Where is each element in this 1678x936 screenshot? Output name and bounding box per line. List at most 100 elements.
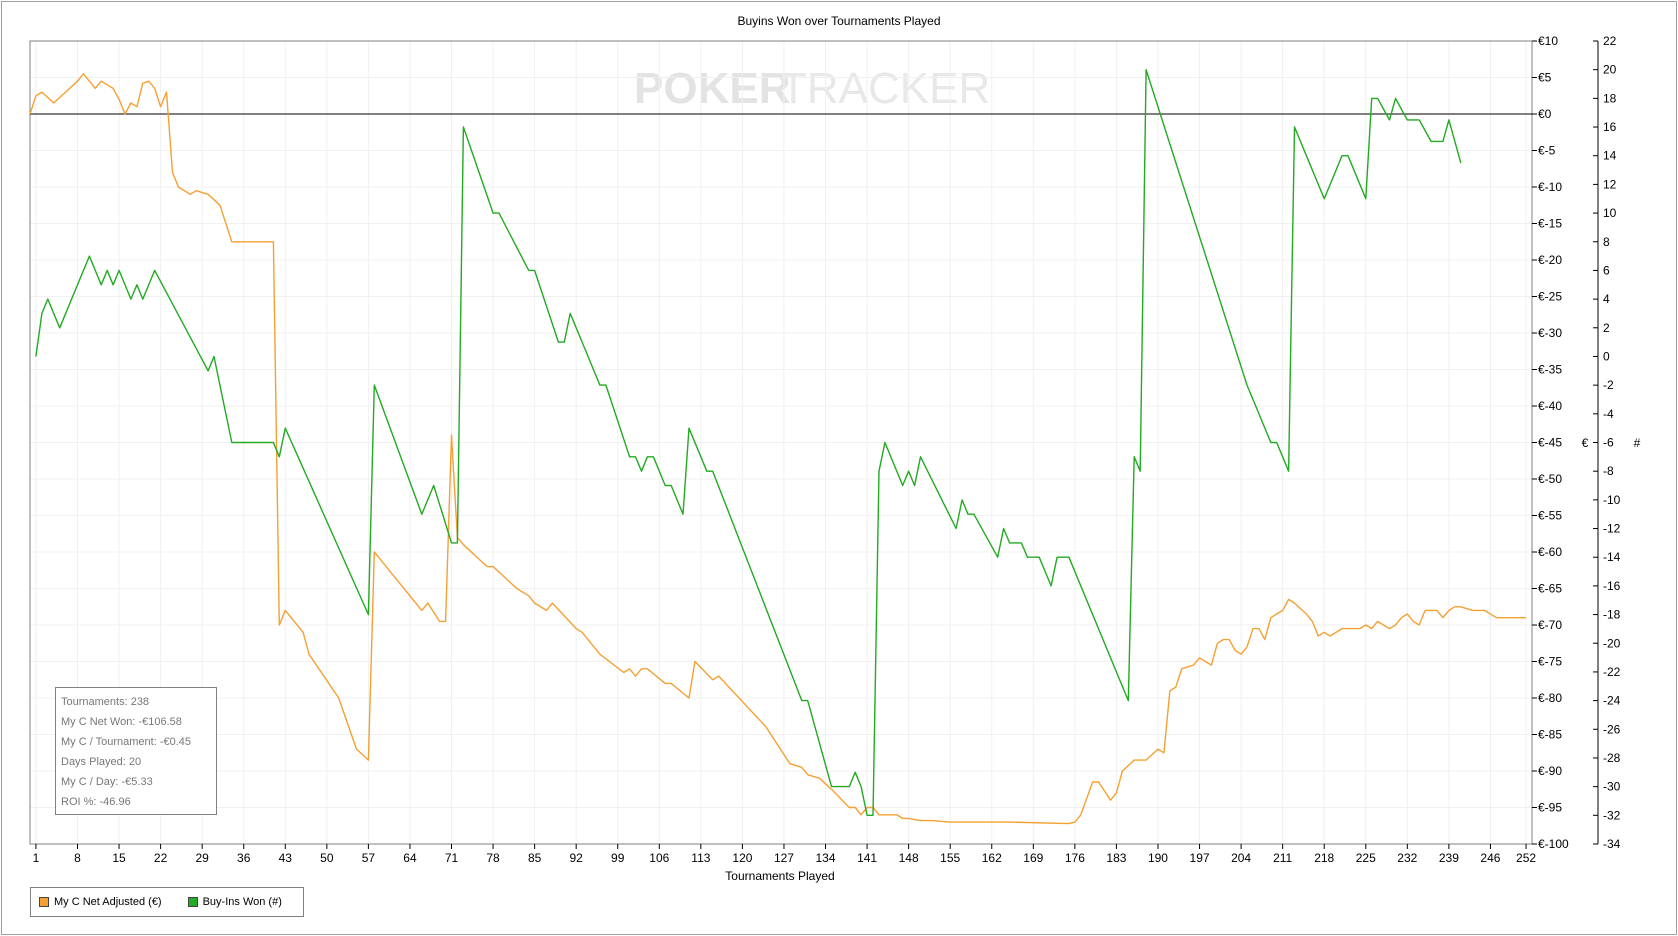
y-left-tick-label: €-45 xyxy=(1538,436,1562,450)
y-right-tick-label: -30 xyxy=(1603,780,1621,794)
y-right-tick-label: 4 xyxy=(1603,292,1610,306)
x-tick-label: 127 xyxy=(774,851,794,865)
y-left-tick-label: €-30 xyxy=(1538,326,1562,340)
x-tick-label: 190 xyxy=(1148,851,1168,865)
legend-item-net-adjusted[interactable]: My C Net Adjusted (€) xyxy=(39,896,162,908)
y-right-tick-label: -34 xyxy=(1603,837,1621,851)
y-left-tick-label: €-65 xyxy=(1538,582,1562,596)
x-tick-label: 36 xyxy=(237,851,251,865)
x-tick-label: 155 xyxy=(940,851,960,865)
y-right-tick-label: -2 xyxy=(1603,378,1614,392)
y-right-tick-label: 14 xyxy=(1603,149,1617,163)
x-tick-label: 99 xyxy=(611,851,625,865)
x-tick-label: 239 xyxy=(1439,851,1459,865)
x-tick-label: 169 xyxy=(1023,851,1043,865)
stat-roi: ROI %: -46.96 xyxy=(61,796,131,808)
x-tick-label: 113 xyxy=(691,851,710,865)
x-tick-label: 162 xyxy=(982,851,1002,865)
x-tick-label: 211 xyxy=(1273,851,1292,865)
y-left-tick-label: €-70 xyxy=(1538,618,1562,632)
stat-net-won: My C Net Won: -€106.58 xyxy=(61,716,182,728)
x-tick-label: 176 xyxy=(1065,851,1085,865)
watermark: POKER TRACKER xyxy=(634,64,990,113)
x-tick-label: 22 xyxy=(154,851,168,865)
series-lines xyxy=(29,69,1532,825)
y-right-tick-label: -18 xyxy=(1603,608,1621,622)
x-tick-label: 1 xyxy=(33,851,40,865)
x-tick-label: 50 xyxy=(320,851,334,865)
x-tick-label: 64 xyxy=(403,851,417,865)
y-right-tick-label: -24 xyxy=(1603,694,1621,708)
y-left-tick-label: €-40 xyxy=(1538,399,1562,413)
x-tick-label: 8 xyxy=(74,851,81,865)
y-right-tick-label: -32 xyxy=(1603,808,1621,822)
x-tick-label: 15 xyxy=(112,851,126,865)
y-right-tick-label: 16 xyxy=(1603,120,1617,134)
y-left-tick-label: €10 xyxy=(1538,34,1558,48)
y-right-tick-label: -12 xyxy=(1603,522,1621,536)
legend-label: Buy-Ins Won (#) xyxy=(202,896,282,908)
stat-days-played: Days Played: 20 xyxy=(61,756,142,768)
x-tick-label: 106 xyxy=(649,851,669,865)
x-tick-label: 78 xyxy=(486,851,500,865)
x-tick-label: 120 xyxy=(732,851,752,865)
y-left-tick-label: €-5 xyxy=(1538,144,1556,158)
x-tick-label: 204 xyxy=(1231,851,1251,865)
y-left-tick-label: €-85 xyxy=(1538,728,1562,742)
y-left-tick-label: €-60 xyxy=(1538,545,1562,559)
y-right-tick-label: -6 xyxy=(1603,436,1614,450)
series-line-net-adjusted xyxy=(29,73,1527,825)
legend-label: My C Net Adjusted (€) xyxy=(54,896,162,908)
chart-svg: POKER TRACKER €10€5€0€-5€-10€-15€-20€-25… xyxy=(29,34,1641,883)
y-left-tick-label: €-80 xyxy=(1538,691,1562,705)
y-right-tick-label: -16 xyxy=(1603,579,1621,593)
watermark-poker: POKER xyxy=(634,64,790,113)
legend-swatch-green xyxy=(187,897,198,907)
y-axis-right-label: # xyxy=(1634,436,1641,450)
y-right-tick-label: -28 xyxy=(1603,751,1621,765)
legend-swatch-orange xyxy=(39,897,49,907)
y-right-tick-label: 2 xyxy=(1603,321,1610,335)
x-tick-label: 252 xyxy=(1516,851,1536,865)
x-tick-label: 218 xyxy=(1314,851,1334,865)
axes: €10€5€0€-5€-10€-15€-20€-25€-30€-35€-40€-… xyxy=(33,34,1621,865)
x-tick-label: 85 xyxy=(528,851,542,865)
x-tick-label: 225 xyxy=(1356,851,1376,865)
y-right-tick-label: 0 xyxy=(1603,349,1610,363)
y-right-tick-label: 20 xyxy=(1603,63,1617,77)
x-tick-label: 92 xyxy=(570,851,584,865)
y-left-tick-label: €0 xyxy=(1538,107,1552,121)
y-right-tick-label: -10 xyxy=(1603,493,1621,507)
x-tick-label: 57 xyxy=(362,851,376,865)
y-left-tick-label: €-50 xyxy=(1538,472,1562,486)
x-tick-label: 43 xyxy=(279,851,293,865)
y-right-tick-label: -14 xyxy=(1603,550,1621,564)
x-tick-label: 134 xyxy=(816,851,836,865)
x-tick-label: 141 xyxy=(857,851,877,865)
x-tick-label: 183 xyxy=(1106,851,1126,865)
y-right-tick-label: 8 xyxy=(1603,235,1610,249)
y-right-tick-label: 12 xyxy=(1603,177,1617,191)
y-left-tick-label: €-15 xyxy=(1538,217,1562,231)
y-left-tick-label: €-75 xyxy=(1538,655,1562,669)
y-left-tick-label: €-95 xyxy=(1538,801,1562,815)
y-right-tick-label: 10 xyxy=(1603,206,1617,220)
y-left-tick-label: €-90 xyxy=(1538,764,1562,778)
y-right-tick-label: -22 xyxy=(1603,665,1621,679)
y-right-tick-label: -8 xyxy=(1603,464,1614,478)
legend-item-buyins-won[interactable]: Buy-Ins Won (#) xyxy=(187,896,282,908)
y-axis-left-label: € xyxy=(1582,436,1589,450)
y-left-tick-label: €-35 xyxy=(1538,363,1562,377)
x-tick-label: 29 xyxy=(195,851,209,865)
legend: My C Net Adjusted (€) Buy-Ins Won (#) xyxy=(30,887,304,917)
watermark-tracker: TRACKER xyxy=(780,64,990,113)
y-left-tick-label: €-25 xyxy=(1538,290,1562,304)
y-right-tick-label: -26 xyxy=(1603,722,1621,736)
y-right-tick-label: -20 xyxy=(1603,636,1621,650)
stat-tournaments: Tournaments: 238 xyxy=(61,696,150,708)
y-right-tick-label: 22 xyxy=(1603,34,1617,48)
y-right-tick-label: -4 xyxy=(1603,407,1614,421)
x-tick-label: 232 xyxy=(1397,851,1417,865)
y-right-tick-label: 18 xyxy=(1603,91,1617,105)
x-tick-label: 71 xyxy=(445,851,459,865)
